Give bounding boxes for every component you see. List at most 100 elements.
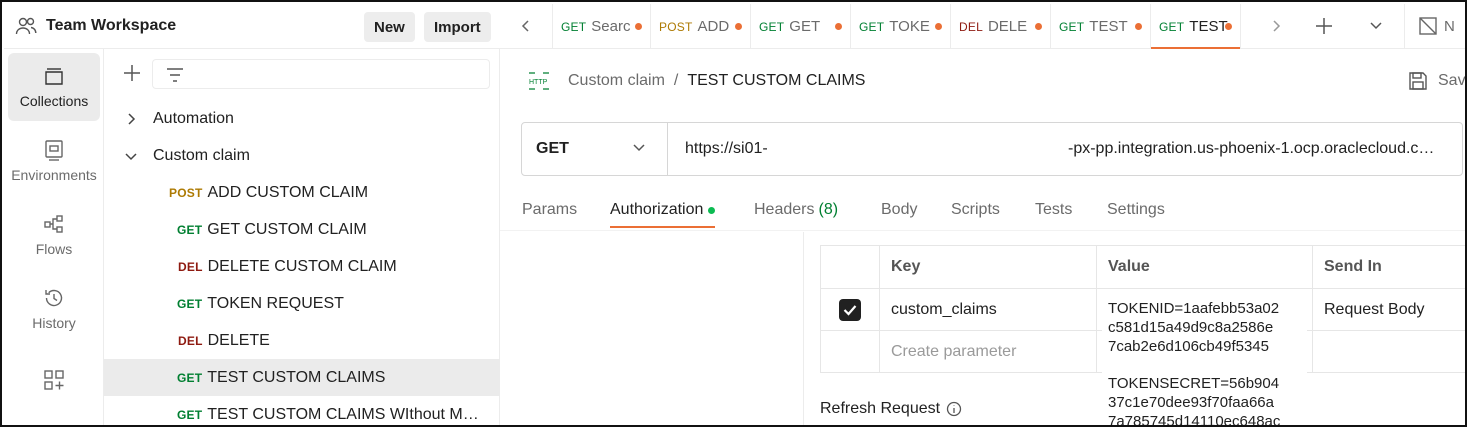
tab-settings-label: Settings	[1107, 201, 1165, 218]
tabs-scroll-right[interactable]	[1262, 12, 1290, 40]
tab-del-delete[interactable]: DEL DELE	[951, 4, 1051, 49]
add-apps-icon	[44, 370, 64, 390]
param-send-in-select[interactable]: Request Body	[1313, 289, 1465, 331]
create-parameter-input[interactable]: Create parameter	[880, 331, 1097, 373]
tab-settings[interactable]: Settings	[1107, 192, 1165, 228]
add-collection-icon[interactable]	[122, 63, 142, 83]
table-header-check	[820, 245, 880, 289]
svg-text:HTTP: HTTP	[529, 79, 548, 86]
url-input[interactable]: https://si01-	[685, 140, 768, 158]
tab-get-search[interactable]: GET Searc	[553, 4, 651, 49]
breadcrumb: HTTP Custom claim / TEST CUSTOM CLAIMS	[528, 68, 865, 94]
new-send-in-cell[interactable]	[1313, 331, 1465, 373]
rail-item-environments[interactable]: Environments	[8, 127, 100, 195]
left-rail: Collections Environments Flows History	[4, 49, 104, 425]
filter-input[interactable]	[152, 59, 490, 89]
new-button[interactable]: New	[364, 12, 415, 42]
tab-headers[interactable]: Headers (8)	[754, 192, 838, 228]
new-tab-button[interactable]	[1310, 12, 1338, 40]
method-badge: GET	[759, 19, 785, 34]
tab-tests[interactable]: Tests	[1035, 192, 1072, 228]
save-label: Sav	[1438, 72, 1466, 89]
tab-scripts[interactable]: Scripts	[951, 192, 1000, 228]
info-icon[interactable]	[946, 401, 962, 417]
method-badge: GET	[177, 296, 203, 311]
tab-label: TEST	[1089, 18, 1128, 35]
no-environment-icon	[1419, 17, 1437, 35]
url-input-continued[interactable]: -px-pp.integration.us-phoenix-1.ocp.orac…	[1068, 140, 1434, 158]
rail-item-collections[interactable]: Collections	[8, 53, 100, 121]
table-row-check-empty	[820, 331, 880, 373]
tab-get-test-active[interactable]: GET TEST	[1151, 4, 1241, 49]
rail-item-flows[interactable]: Flows	[8, 201, 100, 269]
method-badge: POST	[659, 19, 693, 34]
save-icon	[1409, 72, 1427, 90]
value-tokenid-text: TOKENID=1aafebb53a02 c581d15a49d9c8a2586…	[1102, 295, 1307, 360]
table-header-key: Key	[880, 245, 1097, 289]
check-icon	[843, 304, 857, 316]
tree-request-test-custom-claims-without[interactable]: GET TEST CUSTOM CLAIMS WIthout M…	[104, 396, 500, 425]
headers-count: (8)	[818, 201, 839, 218]
tab-label: Searc	[591, 18, 631, 35]
folder-label: Custom claim	[153, 146, 250, 164]
value-line: 7cab2e6d106cb49f5345	[1108, 338, 1269, 355]
method-value: GET	[536, 140, 569, 157]
method-badge: DEL	[178, 333, 203, 348]
tree-request-token-request[interactable]: GET TOKEN REQUEST	[104, 285, 500, 322]
request-section-tabs: Params Authorization Headers (8) Body Sc…	[521, 192, 1465, 230]
http-request-icon: HTTP	[529, 72, 549, 90]
section-divider	[500, 230, 1465, 231]
environments-icon	[45, 140, 63, 161]
rail-item-history[interactable]: History	[8, 275, 100, 343]
request-label: TEST CUSTOM CLAIMS WIthout M…	[207, 405, 479, 423]
rail-item-add-apps[interactable]	[8, 355, 100, 411]
unsaved-dot	[835, 23, 842, 30]
request-label: TOKEN REQUEST	[207, 294, 344, 312]
method-badge: GET	[177, 222, 203, 237]
team-icon	[14, 14, 38, 38]
panel-divider	[803, 232, 804, 425]
tab-authorization-label: Authorization	[610, 201, 704, 218]
value-tokensecret-text: TOKENSECRET=56b904 37c1e70dee93f70faa66a…	[1102, 370, 1307, 425]
param-checkbox[interactable]	[839, 298, 861, 321]
request-label: DELETE CUSTOM CLAIM	[207, 257, 397, 275]
unsaved-dot	[635, 23, 642, 30]
workspace-title[interactable]: Team Workspace	[46, 17, 176, 35]
tab-get-get[interactable]: GET GET	[751, 4, 851, 49]
tab-scripts-label: Scripts	[951, 201, 1000, 218]
chevron-left-icon	[521, 20, 529, 32]
param-key-cell[interactable]: custom_claims	[880, 289, 1097, 331]
tab-post-add[interactable]: POST ADD	[651, 4, 751, 49]
tree-request-add-custom-claim[interactable]: POST ADD CUSTOM CLAIM	[104, 174, 500, 211]
tree-request-delete[interactable]: DEL DELETE	[104, 322, 500, 359]
workspace-header: Team Workspace New Import	[4, 4, 500, 49]
tab-label: TEST	[1189, 18, 1228, 35]
tab-params[interactable]: Params	[522, 192, 577, 228]
request-label: TEST CUSTOM CLAIMS	[207, 368, 386, 386]
tree-request-delete-custom-claim[interactable]: DEL DELETE CUSTOM CLAIM	[104, 248, 500, 285]
rail-label-history: History	[32, 315, 76, 331]
filter-icon	[167, 68, 183, 82]
refresh-request-label: Refresh Request	[820, 400, 941, 417]
method-badge: GET	[1159, 19, 1185, 34]
tab-get-token[interactable]: GET TOKE	[851, 4, 951, 49]
environment-selector[interactable]: N	[1418, 12, 1455, 40]
tree-request-get-custom-claim[interactable]: GET GET CUSTOM CLAIM	[104, 211, 500, 248]
value-line: c581d15a49d9c8a2586e	[1108, 319, 1274, 336]
tree-folder-custom-claim[interactable]: Custom claim	[104, 137, 500, 174]
tab-body[interactable]: Body	[881, 192, 917, 228]
tabs-scroll-left[interactable]	[512, 12, 540, 40]
breadcrumb-current[interactable]: TEST CUSTOM CLAIMS	[687, 72, 865, 90]
method-badge: DEL	[959, 19, 983, 34]
tree-request-test-custom-claims[interactable]: GET TEST CUSTOM CLAIMS	[104, 359, 500, 396]
method-select[interactable]: GET	[522, 123, 668, 175]
tabs-dropdown-button[interactable]	[1362, 12, 1390, 40]
request-label: DELETE	[207, 331, 270, 349]
tree-folder-automation[interactable]: Automation	[104, 100, 500, 137]
save-button[interactable]: Sav	[1408, 68, 1466, 94]
unsaved-dot	[1135, 23, 1142, 30]
breadcrumb-parent[interactable]: Custom claim	[568, 72, 665, 90]
tab-get-test[interactable]: GET TEST	[1051, 4, 1151, 49]
tab-authorization[interactable]: Authorization	[610, 192, 716, 228]
import-button[interactable]: Import	[424, 12, 491, 42]
